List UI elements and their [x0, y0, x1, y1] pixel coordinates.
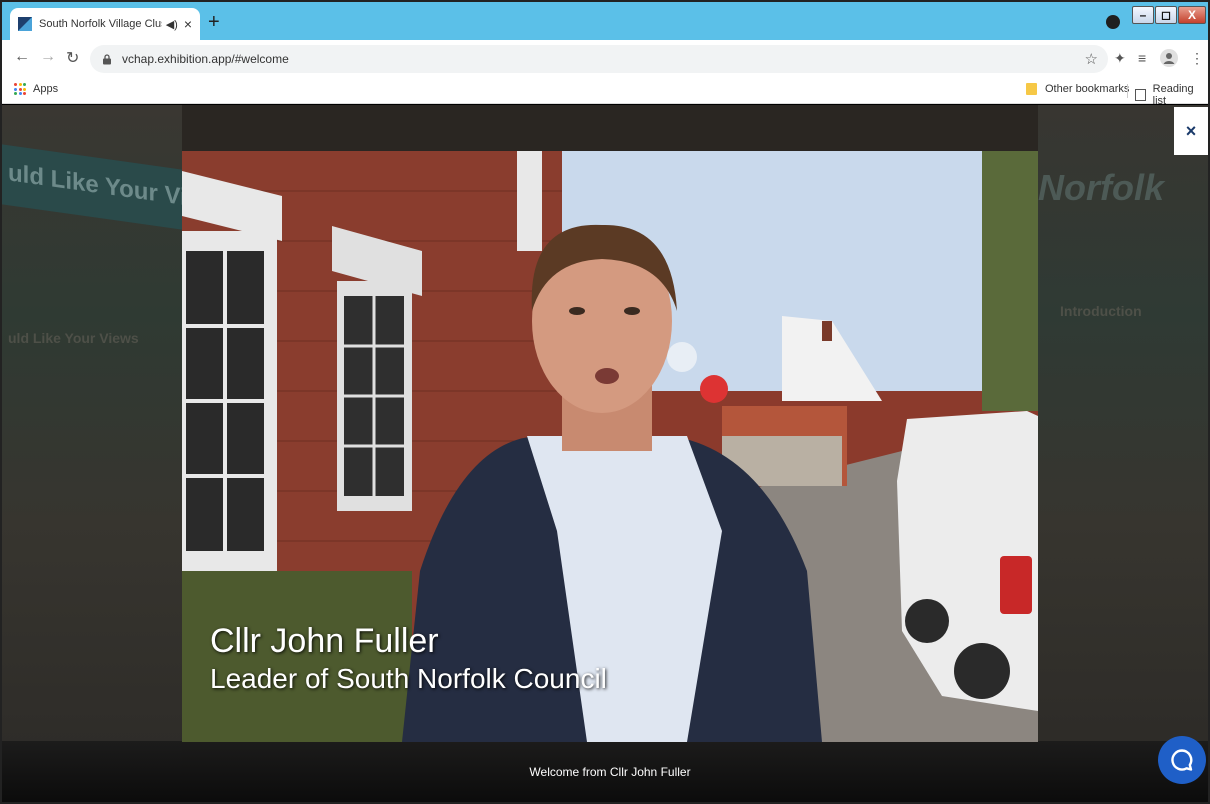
bookmark-other[interactable]: Other bookmarks: [1026, 83, 1129, 95]
forward-arrow-icon[interactable]: →: [40, 48, 56, 66]
tab-close-button[interactable]: ×: [184, 16, 192, 32]
video-caption: Welcome from Cllr John Fuller: [529, 765, 691, 779]
browser-window: South Norfolk Village Cluste ◀︎) × + – ◻…: [0, 0, 1210, 804]
media-queue-icon[interactable]: ≡: [1138, 50, 1146, 66]
close-video-button[interactable]: ×: [1174, 107, 1208, 155]
profile-avatar-icon[interactable]: [1160, 49, 1178, 67]
browser-menu-icon[interactable]: ⋮: [1190, 50, 1204, 67]
minimize-button[interactable]: –: [1132, 6, 1154, 24]
url-text: vchap.exhibition.app/#welcome: [122, 52, 289, 66]
tab-audio-icon[interactable]: ◀︎): [166, 18, 178, 31]
other-bookmarks-label: Other bookmarks: [1045, 83, 1130, 95]
video-player[interactable]: Cllr John Fuller Leader of South Norfolk…: [182, 151, 1038, 742]
browser-toolbar: ← → ↻ vchap.exhibition.app/#welcome ☆ ✦ …: [2, 40, 1208, 78]
background-panel-left: uld Like Your Vie uld Like Your Views: [2, 105, 200, 802]
address-bar[interactable]: vchap.exhibition.app/#welcome ☆: [90, 45, 1108, 73]
extensions-puzzle-icon[interactable]: ✦: [1114, 50, 1126, 67]
site-favicon-icon: [18, 17, 32, 31]
tab-active[interactable]: South Norfolk Village Cluste ◀︎) ×: [10, 8, 200, 40]
chat-button[interactable]: [1158, 736, 1206, 784]
location-pin-icon[interactable]: [1106, 15, 1120, 29]
tab-title: South Norfolk Village Cluste: [39, 18, 162, 30]
video-lower-third: Cllr John Fuller Leader of South Norfolk…: [210, 621, 607, 697]
background-text-left: uld Like Your Views: [8, 330, 139, 346]
bookmarks-bar: Apps Other bookmarks Reading list: [2, 78, 1208, 107]
background-banner-left: uld Like Your Vie: [2, 144, 200, 230]
apps-grid-icon: [14, 83, 26, 95]
maximize-button[interactable]: ◻: [1155, 6, 1177, 24]
bookmark-star-icon[interactable]: ☆: [1085, 50, 1098, 68]
background-panel-right: Norfolk Introduction: [1038, 105, 1208, 802]
lower-third-name: Cllr John Fuller: [210, 622, 439, 660]
lower-third-role: Leader of South Norfolk Council: [210, 663, 607, 694]
window-close-button[interactable]: X: [1178, 6, 1206, 24]
background-logo-text: Norfolk: [1038, 167, 1164, 208]
exhibition-page: uld Like Your Vie uld Like Your Views No…: [2, 105, 1208, 802]
bookmark-reading-list[interactable]: Reading list: [1135, 83, 1208, 107]
new-tab-button[interactable]: +: [208, 11, 220, 34]
tab-strip: South Norfolk Village Cluste ◀︎) × + – ◻…: [2, 2, 1208, 40]
lock-icon: [103, 53, 111, 64]
reading-list-label: Reading list: [1152, 83, 1194, 107]
reading-list-icon: [1135, 89, 1146, 101]
folder-icon: [1026, 83, 1037, 95]
back-arrow-icon[interactable]: ←: [14, 48, 30, 66]
bookmark-divider: [1127, 84, 1128, 98]
reload-icon[interactable]: ↻: [66, 48, 79, 68]
background-panel-top: [182, 105, 1038, 151]
apps-label: Apps: [33, 83, 59, 95]
bookmark-apps[interactable]: Apps: [14, 83, 58, 95]
chat-bubble-icon: [1171, 749, 1193, 771]
background-text-right: Introduction: [1060, 303, 1142, 319]
